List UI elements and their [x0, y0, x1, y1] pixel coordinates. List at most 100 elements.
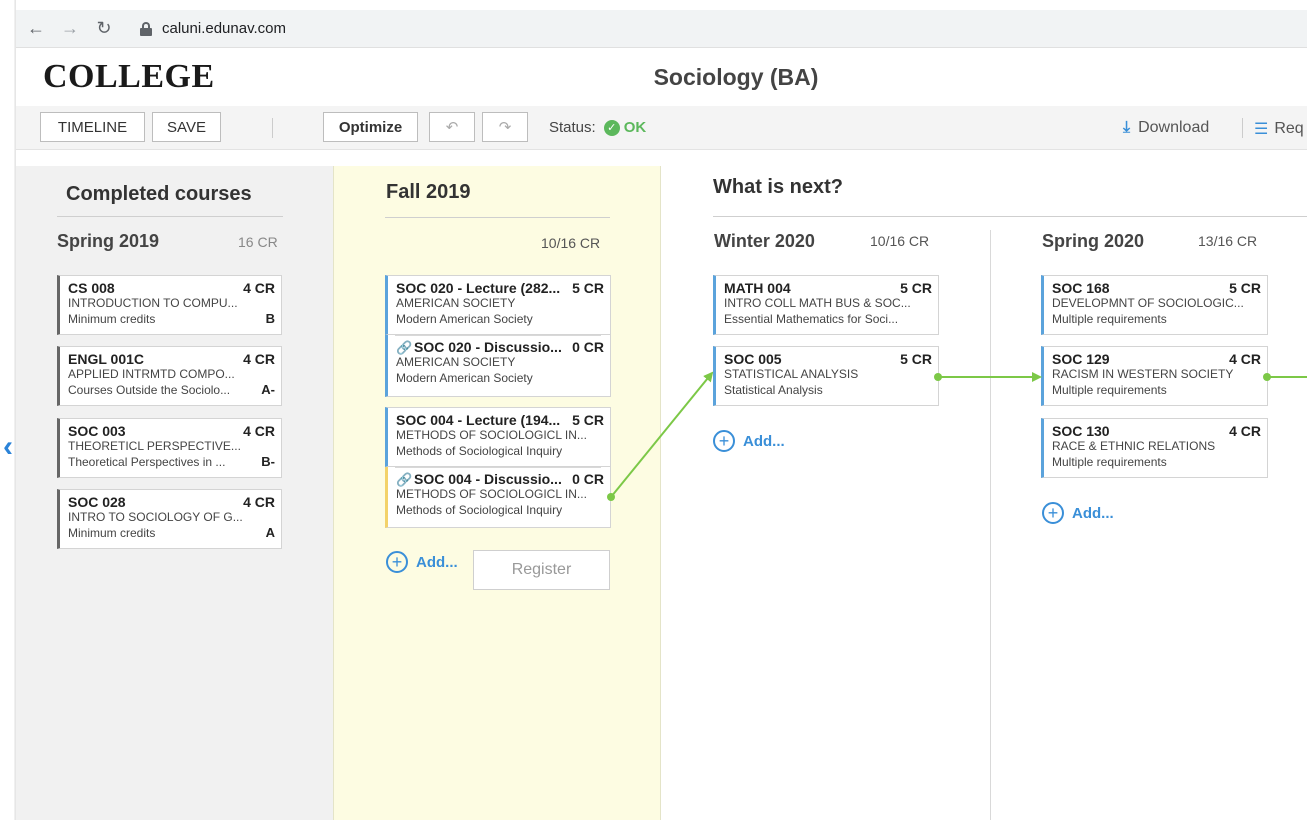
course-credits: 4 CR: [243, 280, 275, 296]
course-code: SOC 028: [68, 494, 126, 510]
course-card-soc003[interactable]: SOC 003 4 CR THEORETICL PERSPECTIVE... Th…: [57, 418, 282, 478]
status-value: OK: [623, 119, 647, 136]
course-card-soc130[interactable]: SOC 130 4 CR RACE & ETHNIC RELATIONS Mult…: [1041, 418, 1268, 478]
link-icon: 🔗: [396, 472, 413, 487]
course-name: INTRO TO SOCIOLOGY OF G...: [68, 510, 243, 524]
course-code: SOC 020 - Discussio...: [414, 339, 562, 355]
course-card-soc004-lecture[interactable]: SOC 004 - Lecture (194... 5 CR METHODS OF…: [385, 407, 611, 467]
term-credits-spring-2020: 13/16 CR: [1198, 233, 1258, 249]
redo-icon: ↷: [498, 119, 512, 136]
course-name: RACISM IN WESTERN SOCIETY: [1052, 367, 1234, 381]
course-grade: B: [265, 311, 275, 326]
url-text: caluni.edunav.com: [162, 20, 286, 37]
reload-icon[interactable]: ↻: [90, 15, 118, 43]
course-credits: 4 CR: [243, 423, 275, 439]
course-grade: A-: [261, 382, 275, 397]
course-grade: B-: [261, 454, 275, 469]
app-window: ← → ↻ caluni.edunav.com COLLEGE Sociolog…: [0, 0, 1307, 820]
save-button[interactable]: SAVE: [152, 112, 221, 142]
course-credits: 5 CR: [572, 412, 604, 428]
course-card-soc004-discussion[interactable]: 🔗 SOC 004 - Discussio... 0 CR METHODS OF S…: [385, 467, 611, 528]
course-code: ENGL 001C: [68, 351, 144, 367]
course-code: SOC 003: [68, 423, 126, 439]
course-card-soc028[interactable]: SOC 028 4 CR INTRO TO SOCIOLOGY OF G... M…: [57, 489, 282, 549]
check-circle-icon: ✓: [603, 119, 620, 136]
course-credits: 4 CR: [1229, 423, 1261, 439]
course-requirement: Minimum credits: [68, 526, 156, 540]
current-term-credits: 10/16 CR: [541, 235, 601, 251]
address-bar[interactable]: caluni.edunav.com: [128, 13, 1228, 44]
redo-button[interactable]: ↷: [482, 112, 528, 142]
course-card-math004[interactable]: MATH 004 5 CR INTRO COLL MATH BUS & SOC..…: [713, 275, 939, 335]
plus-icon: +: [713, 430, 735, 452]
course-name: DEVELOPMNT OF SOCIOLOGIC...: [1052, 296, 1244, 310]
requirements-button[interactable]: ☰ Req: [1254, 119, 1304, 139]
course-requirement: Courses Outside the Sociolo...: [68, 383, 231, 397]
timeline-button[interactable]: TIMELINE: [40, 112, 145, 142]
requirements-label: Req: [1274, 120, 1304, 137]
download-button[interactable]: ⤓ Download: [1123, 119, 1209, 137]
undo-icon: ↶: [445, 119, 459, 136]
course-requirement: Essential Mathematics for Soci...: [724, 312, 899, 326]
undo-button[interactable]: ↶: [429, 112, 475, 142]
completed-title: Completed courses: [66, 183, 252, 205]
course-code: SOC 168: [1052, 280, 1110, 296]
forward-arrow-icon[interactable]: →: [56, 15, 84, 43]
course-code: SOC 004 - Discussio...: [414, 471, 562, 487]
course-name: METHODS OF SOCIOLOGICL IN...: [396, 428, 587, 442]
course-credits: 5 CR: [900, 351, 932, 367]
add-label: Add...: [743, 432, 785, 450]
current-term-title: Fall 2019: [386, 181, 471, 203]
course-credits: 5 CR: [572, 280, 604, 296]
course-name: STATISTICAL ANALYSIS: [724, 367, 859, 381]
optimize-button[interactable]: Optimize: [323, 112, 418, 142]
course-name: INTRODUCTION TO COMPU...: [68, 296, 238, 310]
course-credits: 0 CR: [572, 471, 604, 487]
download-label: Download: [1138, 119, 1210, 136]
add-label: Add...: [1072, 504, 1114, 522]
app-header: COLLEGE Sociology (BA): [16, 48, 1307, 106]
add-label: Add...: [416, 553, 458, 571]
course-credits: 5 CR: [1229, 280, 1261, 296]
course-card-soc168[interactable]: SOC 168 5 CR DEVELOPMNT OF SOCIOLOGIC... …: [1041, 275, 1268, 335]
plus-icon: +: [1042, 502, 1064, 524]
future-terms-column: [661, 166, 1307, 820]
back-arrow-icon[interactable]: ←: [22, 15, 50, 43]
add-course-button-fall-2019[interactable]: + Add...: [386, 551, 458, 573]
course-card-soc129[interactable]: SOC 129 4 CR RACISM IN WESTERN SOCIETY Mu…: [1041, 346, 1268, 406]
list-icon: ☰: [1254, 121, 1269, 138]
course-grade: A: [265, 525, 275, 540]
course-code: MATH 004: [724, 280, 791, 296]
course-name: AMERICAN SOCIETY: [396, 355, 516, 369]
course-card-soc020-discussion[interactable]: 🔗 SOC 020 - Discussio... 0 CR AMERICAN SOC…: [385, 335, 611, 397]
course-name: APPLIED INTRMTD COMPO...: [68, 367, 235, 381]
section-divider: [395, 335, 601, 336]
course-card-cs008[interactable]: CS 008 4 CR INTRODUCTION TO COMPU... Mini…: [57, 275, 282, 335]
course-name: AMERICAN SOCIETY: [396, 296, 516, 310]
chevron-left-icon[interactable]: ‹: [3, 430, 13, 464]
term-title-winter-2020: Winter 2020: [714, 231, 815, 251]
term-credits-winter-2020: 10/16 CR: [870, 233, 930, 249]
term-separator: [990, 230, 991, 820]
course-code: SOC 005: [724, 351, 782, 367]
course-card-soc005[interactable]: SOC 005 5 CR STATISTICAL ANALYSIS Statist…: [713, 346, 939, 406]
register-button[interactable]: Register: [473, 550, 610, 590]
course-requirement: Multiple requirements: [1052, 455, 1167, 469]
lock-icon: [140, 21, 152, 36]
add-course-button-spring-2020[interactable]: + Add...: [1042, 502, 1114, 524]
add-course-button-winter-2020[interactable]: + Add...: [713, 430, 785, 452]
plus-icon: +: [386, 551, 408, 573]
completed-term-credits: 16 CR: [238, 234, 278, 250]
course-code: SOC 130: [1052, 423, 1110, 439]
course-credits: 4 CR: [243, 351, 275, 367]
course-requirement: Multiple requirements: [1052, 383, 1167, 397]
course-requirement: Minimum credits: [68, 312, 156, 326]
course-name: RACE & ETHNIC RELATIONS: [1052, 439, 1216, 453]
course-card-engl001c[interactable]: ENGL 001C 4 CR APPLIED INTRMTD COMPO... C…: [57, 346, 282, 406]
browser-toolbar: ← → ↻ caluni.edunav.com: [16, 10, 1307, 48]
course-credits: 4 CR: [1229, 351, 1261, 367]
course-card-soc020-lecture[interactable]: SOC 020 - Lecture (282... 5 CR AMERICAN S…: [385, 275, 611, 335]
course-requirement: Modern American Society: [396, 312, 533, 326]
planner-toolbar: TIMELINE SAVE Optimize ↶ ↷ Status: ✓ OK …: [16, 106, 1307, 150]
program-title: Sociology (BA): [653, 64, 819, 90]
